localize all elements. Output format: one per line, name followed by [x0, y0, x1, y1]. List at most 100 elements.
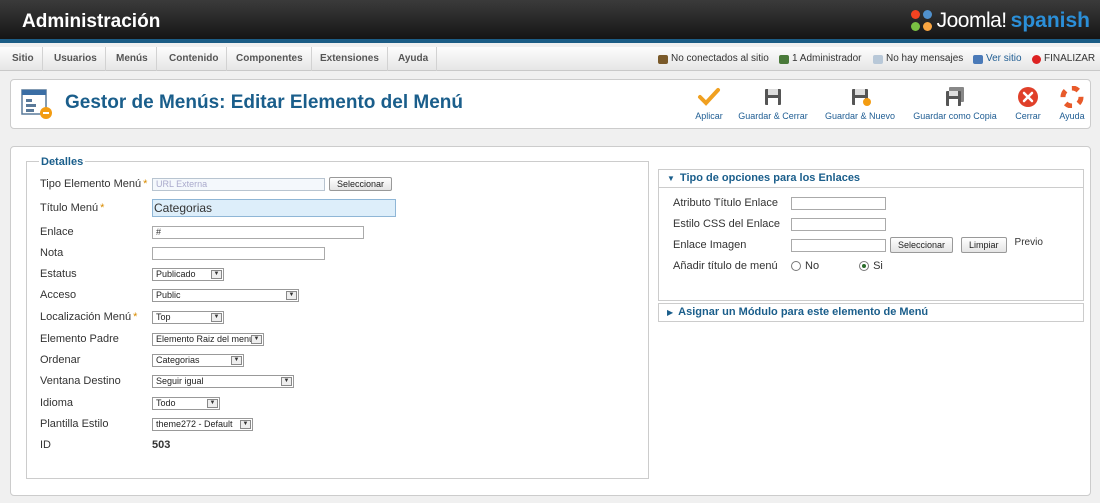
status-offline-text: No conectados al sitio — [671, 53, 769, 64]
chevron-down-icon: ▼ — [281, 376, 292, 386]
row-image: Enlace Imagen Seleccionar Limpiar Previo — [673, 236, 1043, 254]
image-input[interactable] — [791, 238, 886, 252]
id-value: 503 — [152, 439, 171, 451]
logout-text[interactable]: FINALIZAR — [1044, 47, 1095, 71]
view-site-link[interactable]: Ver sitio — [973, 47, 1022, 71]
collapse-triangle-icon: ▼ — [667, 174, 675, 183]
status-admins: 1 Administrador — [779, 47, 861, 71]
access-label: Acceso — [40, 289, 77, 301]
main-content: Detalles Tipo Elemento Menú * URL Externa… — [10, 146, 1091, 496]
order-select[interactable]: Categorias ▼ — [152, 353, 244, 367]
admin-icon — [779, 54, 789, 64]
type-field: URL Externa — [152, 177, 325, 191]
help-button[interactable]: Ayuda — [1057, 86, 1087, 126]
preview-label: Previo — [1014, 236, 1043, 248]
css-label: Estilo CSS del Enlace — [673, 218, 780, 230]
location-select[interactable]: Top ▼ — [152, 310, 224, 324]
row-target: Ventana Destino Seguir igual ▼ — [40, 371, 294, 391]
menu-sitio[interactable]: Sitio — [4, 47, 43, 71]
target-label: Ventana Destino — [40, 375, 121, 387]
row-note: Nota — [40, 243, 325, 263]
admin-header: Administración Joomla! spanish — [0, 0, 1100, 43]
chevron-down-icon: ▼ — [286, 290, 297, 300]
close-button[interactable]: Cerrar — [1011, 86, 1045, 126]
note-input[interactable] — [152, 246, 325, 260]
parent-label: Elemento Padre — [40, 333, 119, 345]
joomla-logo[interactable]: Joomla! spanish — [910, 9, 1090, 33]
save-copy-button[interactable]: Guardar como Copia — [909, 86, 1001, 126]
chevron-down-icon: ▼ — [231, 355, 242, 365]
location-label: Localización Menú * — [40, 311, 138, 323]
radio-yes-label: Si — [873, 260, 883, 272]
chevron-down-icon: ▼ — [211, 269, 222, 279]
menu-componentes[interactable]: Componentes — [228, 47, 312, 71]
users-offline-icon — [658, 54, 668, 64]
title-attr-input[interactable] — [791, 196, 886, 210]
image-clear-button[interactable]: Limpiar — [961, 237, 1007, 253]
row-title-attr: Atributo Título Enlace — [673, 194, 886, 212]
menu-menus[interactable]: Menús — [108, 47, 157, 71]
logo-language: spanish — [1010, 9, 1090, 32]
template-label: Plantilla Estilo — [40, 418, 109, 430]
status-messages[interactable]: No hay mensajes — [873, 47, 963, 71]
css-input[interactable] — [791, 217, 886, 231]
row-add-title: Añadir título de menú No Si — [673, 257, 883, 275]
row-link: Enlace # — [40, 222, 364, 242]
module-assign-panel[interactable]: ▶ Asignar un Módulo para este elemento de… — [658, 303, 1084, 322]
messages-icon — [873, 54, 883, 64]
status-select[interactable]: Publicado ▼ — [152, 267, 224, 281]
logo-text: Joomla! — [936, 9, 1008, 32]
radio-yes[interactable] — [859, 261, 870, 271]
menu-contenido[interactable]: Contenido — [161, 47, 228, 71]
save-new-icon — [852, 89, 871, 106]
help-lifebuoy-icon — [1060, 86, 1084, 108]
radio-no[interactable] — [791, 261, 801, 271]
chevron-down-icon: ▼ — [240, 419, 251, 429]
page-title: Gestor de Menús: Editar Elemento del Men… — [65, 92, 464, 113]
menu-ayuda[interactable]: Ayuda — [390, 47, 438, 71]
template-select[interactable]: theme272 - Default ▼ — [152, 417, 253, 431]
save-icon — [765, 89, 781, 105]
view-site-text[interactable]: Ver sitio — [986, 47, 1022, 71]
parent-select[interactable]: Elemento Raiz del menú ▼ — [152, 332, 264, 346]
save-copy-icon — [946, 87, 964, 106]
check-icon — [698, 88, 720, 106]
row-access: Acceso Public ▼ — [40, 285, 299, 305]
language-select[interactable]: Todo ▼ — [152, 396, 220, 410]
add-title-label: Añadir título de menú — [673, 260, 778, 272]
type-label: Tipo Elemento Menú * — [40, 178, 148, 190]
row-id: ID 503 — [40, 435, 170, 455]
image-select-button[interactable]: Seleccionar — [890, 237, 954, 253]
title-attr-label: Atributo Título Enlace — [673, 197, 778, 209]
title-label: Título Menú * — [40, 202, 105, 214]
close-icon — [1018, 87, 1038, 107]
details-fieldset: Detalles Tipo Elemento Menú * URL Externa… — [26, 156, 649, 479]
row-parent: Elemento Padre Elemento Raiz del menú ▼ — [40, 329, 264, 349]
save-close-button[interactable]: Guardar & Cerrar — [735, 86, 811, 126]
target-select[interactable]: Seguir igual ▼ — [152, 374, 294, 388]
save-new-button[interactable]: Guardar & Nuevo — [822, 86, 898, 126]
logout-icon — [1032, 54, 1041, 64]
row-type: Tipo Elemento Menú * URL Externa Seleccio… — [40, 174, 393, 194]
image-label: Enlace Imagen — [673, 239, 747, 251]
menu-manager-icon — [21, 89, 52, 119]
main-menubar: Sitio Usuarios Menús Contenido Component… — [0, 47, 1100, 71]
status-messages-text: No hay mensajes — [886, 53, 964, 64]
row-status: Estatus Publicado ▼ — [40, 264, 224, 284]
menu-usuarios[interactable]: Usuarios — [46, 47, 106, 71]
logout-link[interactable]: FINALIZAR — [1032, 47, 1095, 71]
row-css: Estilo CSS del Enlace — [673, 215, 886, 233]
apply-button[interactable]: Aplicar — [691, 86, 727, 126]
link-options-header[interactable]: ▼ Tipo de opciones para los Enlaces — [659, 170, 1083, 188]
chevron-down-icon: ▼ — [251, 334, 262, 344]
menu-extensiones[interactable]: Extensiones — [312, 47, 388, 71]
title-input[interactable]: Categorias — [152, 199, 396, 217]
type-select-button[interactable]: Seleccionar — [329, 177, 393, 191]
status-offline: No conectados al sitio — [658, 47, 769, 71]
details-legend: Detalles — [39, 156, 86, 168]
link-input[interactable]: # — [152, 225, 364, 239]
joomla-mark-icon — [910, 10, 933, 32]
access-select[interactable]: Public ▼ — [152, 288, 299, 302]
note-label: Nota — [40, 247, 64, 259]
row-language: Idioma Todo ▼ — [40, 393, 220, 413]
